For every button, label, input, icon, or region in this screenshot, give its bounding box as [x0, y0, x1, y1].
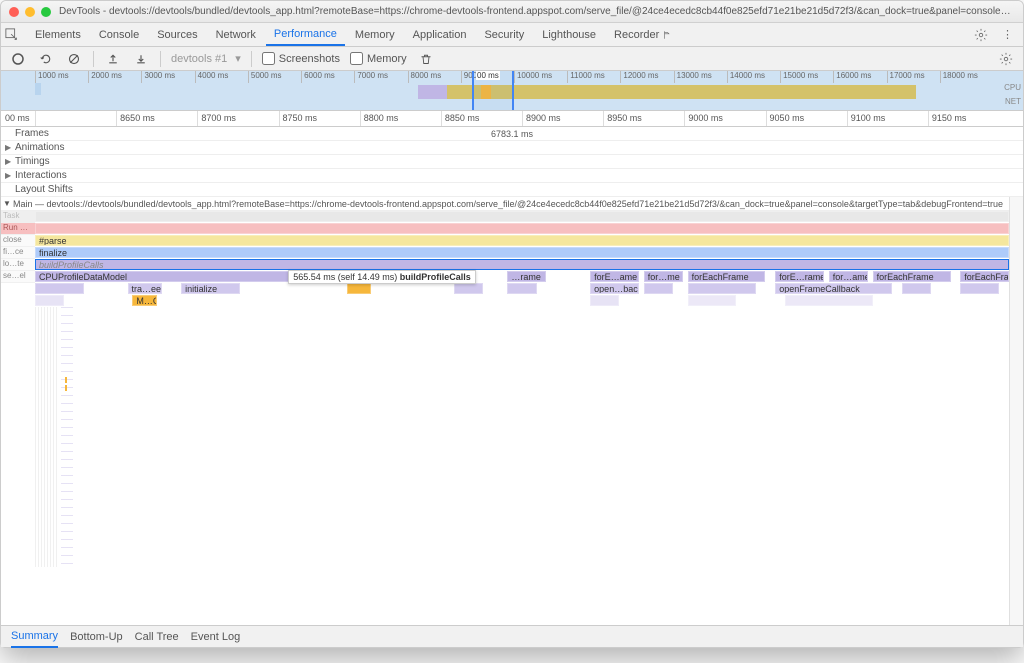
- gc-button[interactable]: [417, 50, 435, 68]
- cpu-label: CPU: [1004, 83, 1021, 92]
- reload-record-button[interactable]: [37, 50, 55, 68]
- flame-chart[interactable]: Task Run Microtasks close fi…ce lo…te se…: [1, 211, 1023, 567]
- load-profile-button[interactable]: [104, 50, 122, 68]
- flame-finalize[interactable]: finalize: [35, 247, 1009, 258]
- track-layout-shifts[interactable]: Layout Shifts: [1, 183, 1023, 197]
- bottom-tab-summary[interactable]: Summary: [11, 626, 58, 648]
- save-profile-button[interactable]: [132, 50, 150, 68]
- bottom-tab-bottomup[interactable]: Bottom-Up: [70, 627, 123, 647]
- window-titlebar: DevTools - devtools://devtools/bundled/d…: [1, 1, 1023, 23]
- flame-initialize[interactable]: initialize: [181, 283, 239, 294]
- more-icon[interactable]: ⋮: [996, 28, 1019, 41]
- flame-tra-ee[interactable]: tra…ee: [128, 283, 162, 294]
- track-timings[interactable]: ▶Timings: [1, 155, 1023, 169]
- bottom-tab-calltree[interactable]: Call Tree: [135, 627, 179, 647]
- clear-button[interactable]: [65, 50, 83, 68]
- flame-tooltip: 565.54 ms (self 14.49 ms) buildProfileCa…: [288, 270, 476, 284]
- tab-network[interactable]: Network: [208, 23, 264, 46]
- flame-fore-ame[interactable]: forE…ame: [590, 271, 639, 282]
- tab-sources[interactable]: Sources: [149, 23, 205, 46]
- profile-select[interactable]: devtools #1 ▾: [171, 52, 241, 65]
- tab-recorder[interactable]: Recorder: [606, 23, 680, 46]
- traffic-lights[interactable]: [9, 7, 51, 17]
- track-animations[interactable]: ▶Animations: [1, 141, 1023, 155]
- flame-parse[interactable]: #parse: [35, 235, 1009, 246]
- detail-ruler[interactable]: 00 ms 8650 ms8700 ms8750 ms8800 ms8850 m…: [1, 111, 1023, 127]
- tab-security[interactable]: Security: [476, 23, 532, 46]
- track-frames[interactable]: Frames 6783.1 ms: [1, 127, 1023, 141]
- screenshots-checkbox[interactable]: Screenshots: [262, 52, 340, 65]
- record-button[interactable]: [9, 50, 27, 68]
- flame-frag[interactable]: …rame: [507, 271, 546, 282]
- flame-fore-rame[interactable]: forE…rame: [775, 271, 824, 282]
- maximize-window-button[interactable]: [41, 7, 51, 17]
- flame-open-back[interactable]: open…back: [590, 283, 639, 294]
- track-interactions[interactable]: ▶Interactions: [1, 169, 1023, 183]
- tab-memory[interactable]: Memory: [347, 23, 403, 46]
- flame-for-me[interactable]: for…me: [644, 271, 683, 282]
- inspect-icon[interactable]: [5, 28, 25, 42]
- tab-console[interactable]: Console: [91, 23, 147, 46]
- close-window-button[interactable]: [9, 7, 19, 17]
- flame-foreachframe3[interactable]: forEachFrame: [960, 271, 1009, 282]
- flame-buildprofilecalls-selected[interactable]: buildProfileCalls: [35, 259, 1009, 270]
- tracks: Frames 6783.1 ms ▶Animations ▶Timings ▶I…: [1, 127, 1023, 197]
- main-thread-header[interactable]: ▼Main — devtools://devtools/bundled/devt…: [1, 197, 1023, 211]
- tab-performance[interactable]: Performance: [266, 23, 345, 46]
- tab-lighthouse[interactable]: Lighthouse: [534, 23, 604, 46]
- overview-ruler: 1000 ms2000 ms3000 ms4000 ms5000 ms6000 …: [35, 71, 993, 83]
- capture-settings-icon[interactable]: [997, 50, 1015, 68]
- panel-tabs: Elements Console Sources Network Perform…: [1, 23, 1023, 47]
- flame-openframecallback[interactable]: openFrameCallback: [775, 283, 892, 294]
- window-title: DevTools - devtools://devtools/bundled/d…: [59, 6, 1015, 17]
- flame-foreachframe1[interactable]: forEachFrame: [688, 271, 766, 282]
- overview-timeline[interactable]: 1000 ms2000 ms3000 ms4000 ms5000 ms6000 …: [1, 71, 1023, 111]
- flame-sidebar: Task Run Microtasks close fi…ce lo…te se…: [1, 211, 35, 283]
- memory-checkbox[interactable]: Memory: [350, 52, 407, 65]
- tab-application[interactable]: Application: [405, 23, 475, 46]
- cpu-lane: [35, 85, 993, 99]
- performance-toolbar: devtools #1 ▾ Screenshots Memory: [1, 47, 1023, 71]
- flame-microtasks[interactable]: [35, 223, 1009, 234]
- flame-mc[interactable]: M…C: [132, 295, 156, 306]
- overview-selection[interactable]: 00 ms: [472, 71, 514, 110]
- frame-timestamp: 6783.1 ms: [489, 129, 535, 139]
- bottom-tabs: Summary Bottom-Up Call Tree Event Log: [1, 625, 1023, 647]
- settings-icon[interactable]: [968, 28, 994, 42]
- tab-elements[interactable]: Elements: [27, 23, 89, 46]
- net-label: NET: [1005, 97, 1021, 106]
- flame-task[interactable]: [35, 211, 1009, 222]
- flame-foreachframe2[interactable]: forEachFrame: [873, 271, 951, 282]
- flame-for-ame[interactable]: for…ame: [829, 271, 868, 282]
- bottom-tab-eventlog[interactable]: Event Log: [191, 627, 241, 647]
- flame-deep-area[interactable]: [35, 307, 1009, 567]
- minimize-window-button[interactable]: [25, 7, 35, 17]
